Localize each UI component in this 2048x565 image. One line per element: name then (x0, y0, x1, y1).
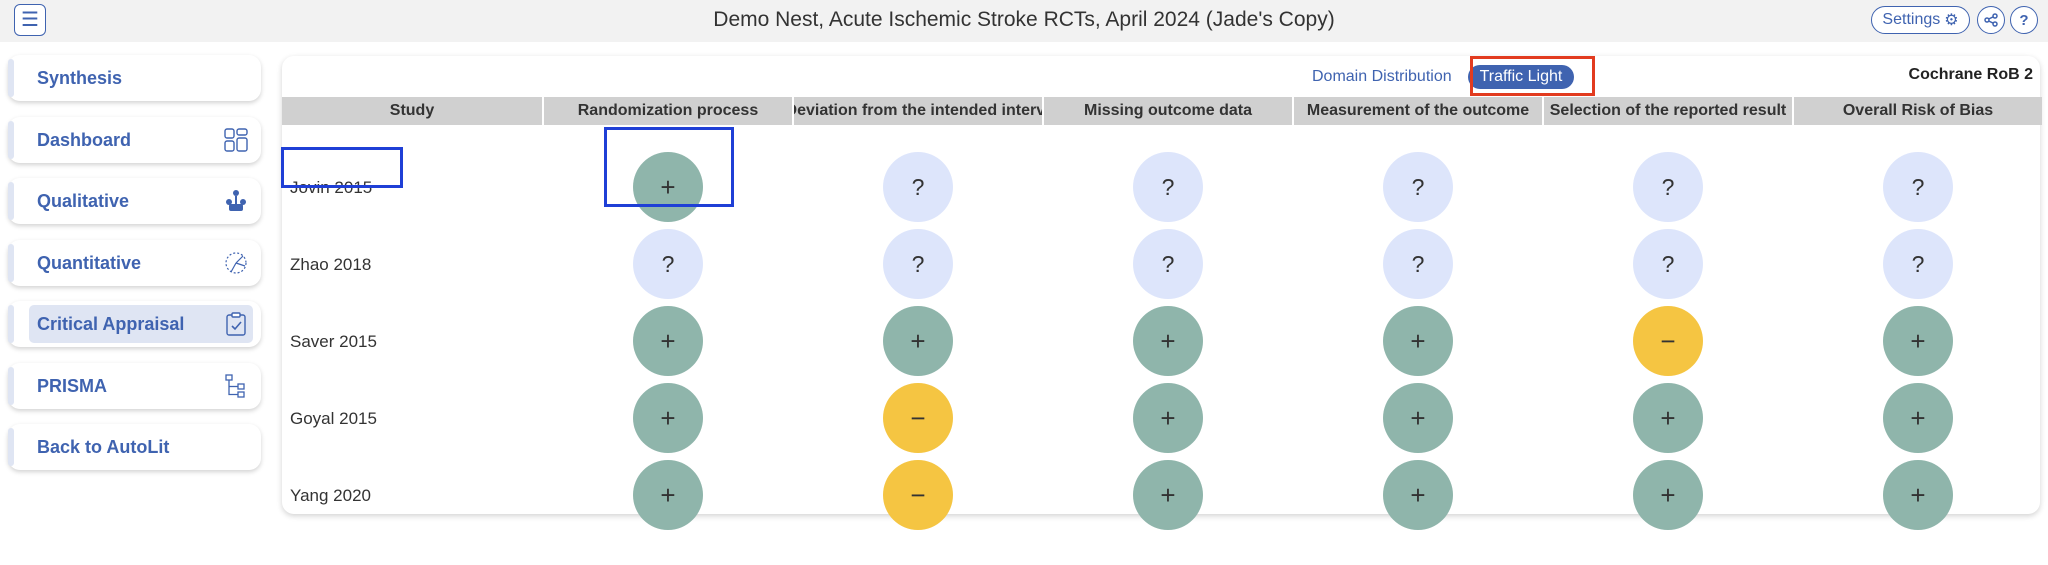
cell-selection-box (604, 127, 734, 207)
unclear-risk-dot[interactable]: ? (1883, 152, 1953, 222)
low-risk-dot[interactable]: + (1133, 460, 1203, 530)
some-concerns-dot[interactable]: − (883, 460, 953, 530)
sidebar-item-qualitative[interactable]: Qualitative (8, 178, 261, 224)
table-row: Jovin 2015 +????? (282, 149, 2040, 226)
menu-icon[interactable]: ☰ (14, 4, 46, 36)
unclear-risk-dot[interactable]: ? (1133, 152, 1203, 222)
low-risk-dot[interactable]: + (1133, 383, 1203, 453)
unclear-risk-dot[interactable]: ? (633, 229, 703, 299)
low-risk-dot[interactable]: + (633, 306, 703, 376)
table-row: Zhao 2018?????? (282, 226, 2040, 303)
sidebar-item-label: Synthesis (37, 68, 123, 88)
table-row: Saver 2015 + + + + − + (282, 303, 2040, 380)
rob-tool-label: Cochrane RoB 2 (1908, 66, 2033, 83)
low-risk-dot[interactable]: + (1383, 383, 1453, 453)
low-risk-dot[interactable]: + (1883, 460, 1953, 530)
sidebar: Synthesis Dashboard Qualitative Quantita… (8, 55, 263, 486)
help-button[interactable]: ? (2010, 6, 2038, 34)
low-risk-dot[interactable]: + (1633, 383, 1703, 453)
unclear-risk-dot[interactable]: ? (1133, 229, 1203, 299)
low-risk-dot[interactable]: + (1633, 460, 1703, 530)
table-header: StudyRandomization processDeviation from… (282, 97, 2042, 125)
sidebar-item-quantitative[interactable]: Quantitative (8, 239, 261, 286)
table-row: Yang 2020 + − + + + + (282, 457, 2040, 534)
sidebar-item-label: Critical Appraisal (37, 314, 185, 334)
sidebar-item-label: Back to AutoLit (37, 437, 170, 457)
sidebar-item-synthesis[interactable]: Synthesis (8, 55, 261, 101)
column-header: Selection of the reported result (1544, 97, 1792, 125)
column-header: Overall Risk of Bias (1794, 97, 2042, 125)
sidebar-item-label: Dashboard (37, 129, 132, 150)
sidebar-item-label: Quantitative (37, 252, 142, 273)
some-concerns-dot[interactable]: − (1633, 306, 1703, 376)
column-header: Deviation from the intended intervention… (794, 97, 1042, 125)
unclear-risk-dot[interactable]: ? (1383, 229, 1453, 299)
some-concerns-dot[interactable]: − (883, 383, 953, 453)
dashboard-icon (224, 127, 248, 152)
column-header: Missing outcome data (1044, 97, 1292, 125)
study-name[interactable]: Zhao 2018 (290, 226, 371, 303)
table-row: Goyal 2015 + − + + + + (282, 380, 2040, 457)
study-name[interactable]: Yang 2020 (290, 457, 371, 534)
study-name[interactable]: Saver 2015 (290, 303, 377, 380)
sidebar-item-prisma[interactable]: PRISMA (8, 362, 261, 409)
sidebar-item-dashboard[interactable]: Dashboard (8, 116, 261, 163)
flow-tree-icon (225, 373, 245, 398)
top-bar: ☰ Demo Nest, Acute Ischemic Stroke RCTs,… (0, 0, 2048, 42)
study-name[interactable]: Goyal 2015 (290, 380, 377, 457)
unclear-risk-dot[interactable]: ? (1633, 229, 1703, 299)
traffic-light-highlight-box (1470, 56, 1595, 96)
qualitative-icon (226, 190, 246, 211)
unclear-risk-dot[interactable]: ? (883, 229, 953, 299)
column-header: Randomization process (544, 97, 792, 125)
help-icon: ? (2019, 11, 2029, 29)
low-risk-dot[interactable]: + (1383, 460, 1453, 530)
tab-domain-distribution[interactable]: Domain Distribution (1300, 65, 1464, 89)
low-risk-dot[interactable]: + (1383, 306, 1453, 376)
settings-label: Settings (1882, 11, 1941, 28)
share-button[interactable] (1977, 6, 2005, 34)
low-risk-dot[interactable]: + (1883, 306, 1953, 376)
settings-button[interactable]: Settings ⚙ (1871, 6, 1970, 34)
low-risk-dot[interactable]: + (633, 460, 703, 530)
sidebar-item-label: Qualitative (37, 191, 130, 211)
unclear-risk-dot[interactable]: ? (883, 152, 953, 222)
study-selection-box (281, 147, 403, 188)
sidebar-item-label: PRISMA (37, 375, 108, 396)
unclear-risk-dot[interactable]: ? (1883, 229, 1953, 299)
traffic-light-panel: Domain Distribution Traffic Light Cochra… (281, 56, 2042, 530)
low-risk-dot[interactable]: + (1133, 306, 1203, 376)
low-risk-dot[interactable]: + (633, 383, 703, 453)
gear-icon: ⚙ (1944, 12, 1959, 29)
unclear-risk-dot[interactable]: ? (1383, 152, 1453, 222)
low-risk-dot[interactable]: + (883, 306, 953, 376)
quantitative-icon (225, 251, 247, 274)
unclear-risk-dot[interactable]: ? (1633, 152, 1703, 222)
low-risk-dot[interactable]: + (1883, 383, 1953, 453)
sidebar-item-critical-appraisal[interactable]: Critical Appraisal (8, 301, 261, 347)
column-header: Measurement of the outcome (1294, 97, 1542, 125)
page-title: Demo Nest, Acute Ischemic Stroke RCTs, A… (713, 8, 1335, 31)
column-header: Study (282, 97, 542, 125)
sidebar-item-back-to-autolit[interactable]: Back to AutoLit (8, 424, 261, 470)
share-icon (1984, 13, 1998, 27)
clipboard-check-icon (226, 312, 246, 336)
